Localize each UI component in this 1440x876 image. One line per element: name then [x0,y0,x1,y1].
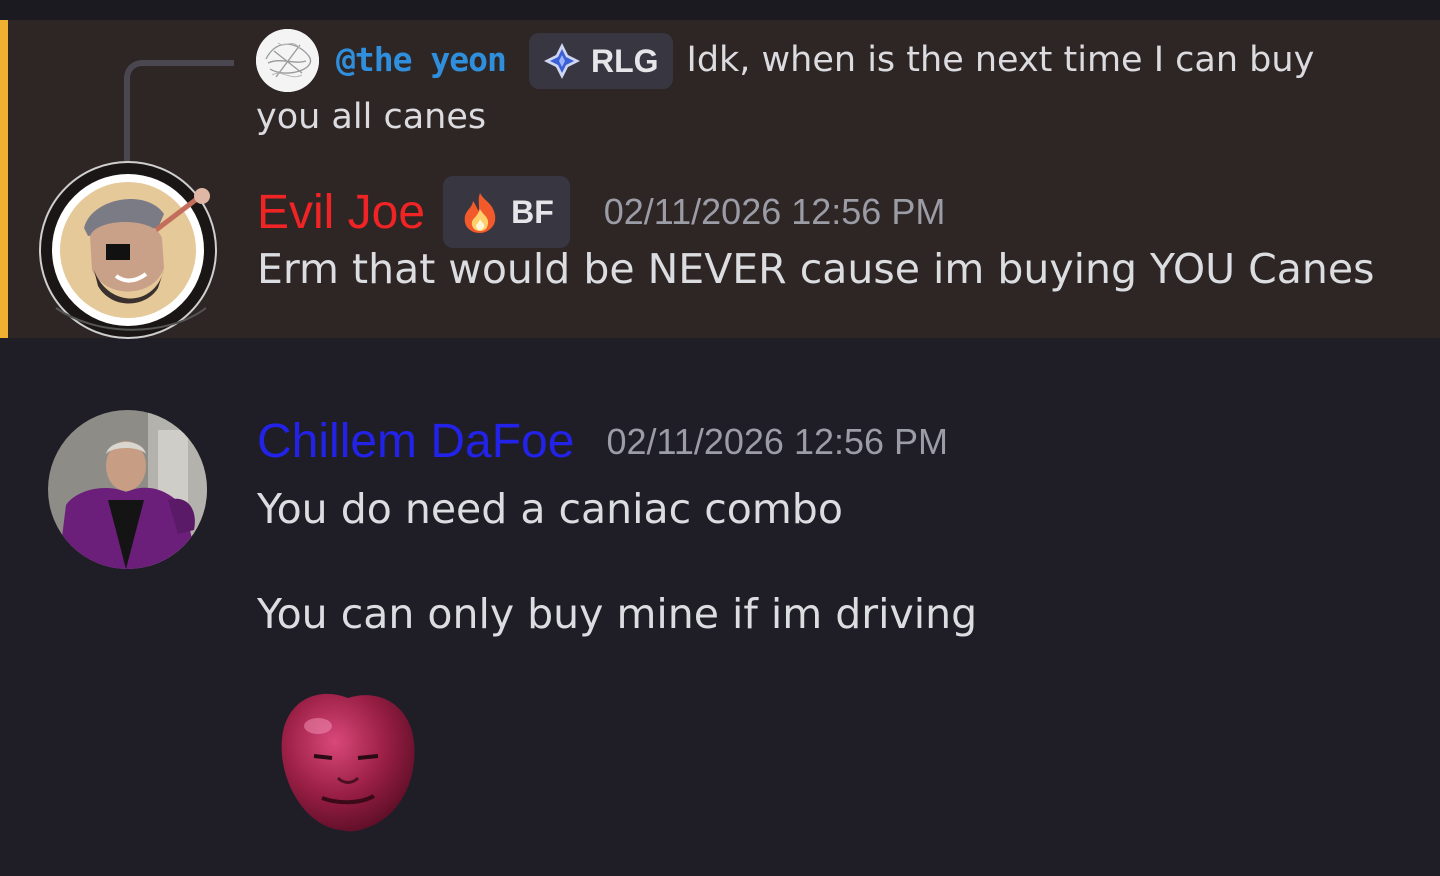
fire-icon [464,193,496,233]
avatar[interactable] [36,158,220,342]
role-tag-rlg[interactable]: RLG [528,33,673,89]
message-line: You can only buy mine if im driving [257,590,978,638]
message-line: You do need a caniac combo [257,485,843,533]
diamond-sparkle-icon [543,43,580,79]
reply-author-mention[interactable]: @the yeon [336,40,507,79]
reply-connector [124,60,234,170]
apple-face-sticker-icon[interactable] [278,686,418,834]
role-tag-label: RLG [590,43,659,79]
message-evil-joe[interactable]: @the yeon RLG Idk, when is the next time… [0,20,1440,339]
message-timestamp[interactable]: 02/11/2026 12:56 PM [604,191,946,233]
message-header: Chillem DaFoe 02/11/2026 12:56 PM [257,414,948,469]
role-tag-bf[interactable]: BF [443,176,570,248]
username-chillem-dafoe[interactable]: Chillem DaFoe [257,414,574,469]
message-timestamp[interactable]: 02/11/2026 12:56 PM [606,421,948,463]
message-content: Erm that would be NEVER cause im buying … [257,245,1375,293]
top-divider-strip [0,0,1440,20]
role-tag-label: BF [511,193,554,230]
reply-preview[interactable]: @the yeon RLG Idk, when is the next time… [256,32,1376,145]
message-header: Evil Joe BF 02/11/2026 12:56 PM [257,176,945,248]
username-evil-joe[interactable]: Evil Joe [257,185,425,240]
mention-highlight-bar [0,20,8,338]
avatar[interactable] [48,410,207,569]
